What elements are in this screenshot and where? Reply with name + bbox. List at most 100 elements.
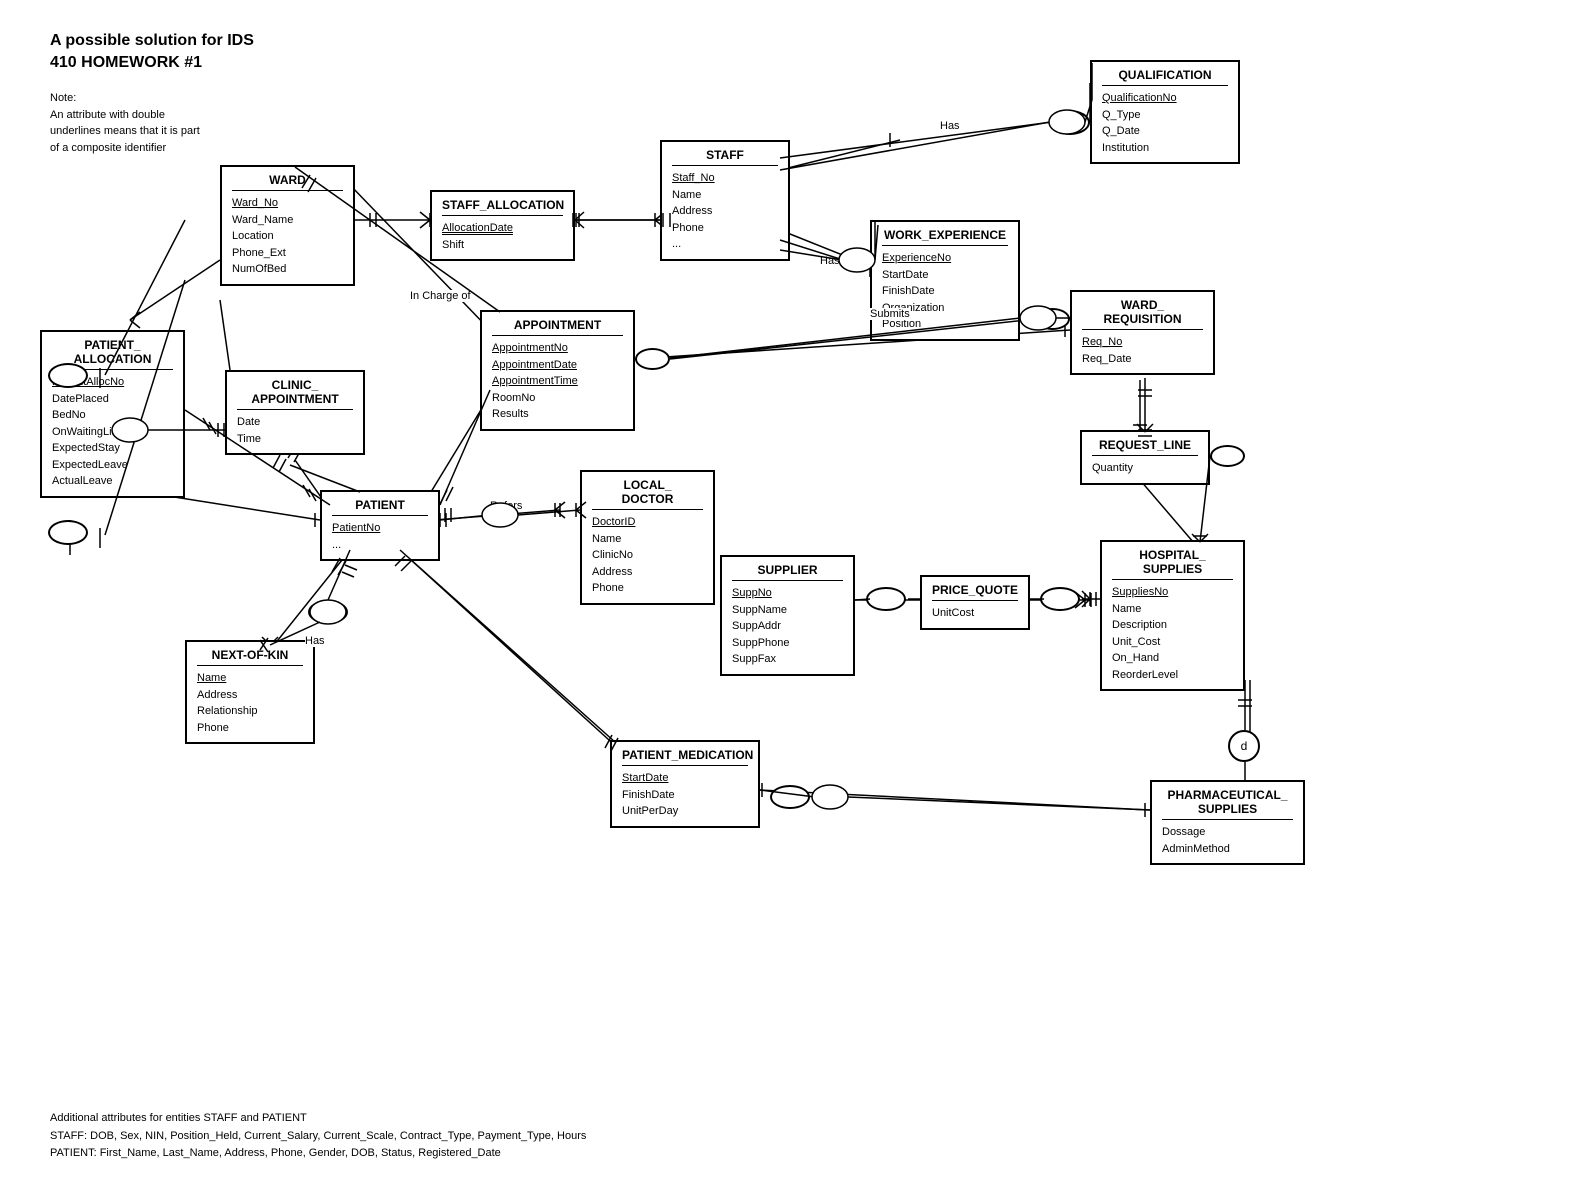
refers-label: Refers <box>490 500 522 512</box>
appointment-entity: APPOINTMENT AppointmentNo AppointmentDat… <box>480 310 635 431</box>
ca-attr-0: Date <box>237 414 353 431</box>
we-title: WORK_EXPERIENCE <box>882 228 1008 246</box>
clinic-appointment-entity: CLINIC_APPOINTMENT Date Time <box>225 370 365 455</box>
nok-attr-2: Relationship <box>197 703 303 720</box>
request-line-entity: REQUEST_LINE Quantity <box>1080 430 1210 485</box>
title-line2: 410 HOMEWORK #1 <box>50 52 254 74</box>
staff-attr-2: Address <box>672 203 778 220</box>
hs-attr-5: ReorderLevel <box>1112 667 1233 684</box>
ps-attr-1: AdminMethod <box>1162 841 1293 858</box>
sa-attr-0: AllocationDate <box>442 220 563 237</box>
ld-attr-2: ClinicNo <box>592 547 703 564</box>
in-charge-label: In Charge of <box>410 290 471 302</box>
ward-attr-0: Ward_No <box>232 195 343 212</box>
nok-attr-1: Address <box>197 687 303 704</box>
footer-line2: STAFF: DOB, Sex, NIN, Position_Held, Cur… <box>50 1128 586 1146</box>
supp-attr-3: SuppPhone <box>732 635 843 652</box>
oval-pq-right <box>1040 587 1080 611</box>
oval-nok <box>308 600 348 624</box>
ward-title: WARD <box>232 173 343 191</box>
staff-title: STAFF <box>672 148 778 166</box>
has-qual-label: Has <box>940 120 960 132</box>
appt-title: APPOINTMENT <box>492 318 623 336</box>
hs-attr-0: SuppliesNo <box>1112 584 1233 601</box>
pa-attr-3: OnWaitingList <box>52 424 173 441</box>
pm-attr-1: FinishDate <box>622 787 748 804</box>
pa-attr-6: ActualLeave <box>52 473 173 490</box>
nok-attr-0: Name <box>197 670 303 687</box>
price-quote-entity: PRICE_QUOTE UnitCost <box>920 575 1030 630</box>
ward-attr-2: Location <box>232 228 343 245</box>
hospital-supplies-entity: HOSPITAL_SUPPLIES SuppliesNo Name Descri… <box>1100 540 1245 691</box>
oval-wr <box>1035 308 1070 330</box>
pa-attr-2: BedNo <box>52 407 173 424</box>
title-line1: A possible solution for IDS <box>50 30 254 52</box>
supplier-entity: SUPPLIER SuppNo SuppName SuppAddr SuppPh… <box>720 555 855 676</box>
patient-attr-1: ... <box>332 537 428 554</box>
staff-allocation-entity: STAFF_ALLOCATION AllocationDate Shift <box>430 190 575 261</box>
hs-attr-2: Description <box>1112 617 1233 634</box>
staff-allocation-title: STAFF_ALLOCATION <box>442 198 563 216</box>
wr-attr-0: Req_No <box>1082 334 1203 351</box>
hs-attr-1: Name <box>1112 601 1233 618</box>
nok-attr-3: Phone <box>197 720 303 737</box>
rl-title: REQUEST_LINE <box>1092 438 1198 456</box>
staff-entity: STAFF Staff_No Name Address Phone ... <box>660 140 790 261</box>
ld-attr-1: Name <box>592 531 703 548</box>
footer: Additional attributes for entities STAFF… <box>50 1110 586 1163</box>
supp-attr-2: SuppAddr <box>732 618 843 635</box>
oval-pq-left <box>866 587 906 611</box>
has-kin-label: Has <box>305 635 325 647</box>
appt-attr-3: RoomNo <box>492 390 623 407</box>
qual-attr-1: Q_Type <box>1102 107 1228 124</box>
ward-attr-3: Phone_Ext <box>232 245 343 262</box>
qual-title: QUALIFICATION <box>1102 68 1228 86</box>
note-line2: An attribute with double <box>50 107 200 124</box>
sa-attr-1: Shift <box>442 237 563 254</box>
pm-title: PATIENT_MEDICATION <box>622 748 748 766</box>
footer-line1: Additional attributes for entities STAFF… <box>50 1110 586 1128</box>
ps-title: PHARMACEUTICAL_SUPPLIES <box>1162 788 1293 820</box>
oval-qual <box>1050 110 1090 135</box>
ward-attr-1: Ward_Name <box>232 212 343 229</box>
ld-attr-3: Address <box>592 564 703 581</box>
appt-attr-2: AppointmentTime <box>492 373 623 390</box>
staff-attr-4: ... <box>672 236 778 253</box>
oval-pm <box>770 785 810 809</box>
patient-title: PATIENT <box>332 498 428 516</box>
ca-attr-1: Time <box>237 431 353 448</box>
ld-attr-4: Phone <box>592 580 703 597</box>
supp-attr-1: SuppName <box>732 602 843 619</box>
hs-attr-3: Unit_Cost <box>1112 634 1233 651</box>
patient-attr-0: PatientNo <box>332 520 428 537</box>
hs-attr-4: On_Hand <box>1112 650 1233 667</box>
appt-attr-0: AppointmentNo <box>492 340 623 357</box>
appt-attr-4: Results <box>492 406 623 423</box>
patient-entity: PATIENT PatientNo ... <box>320 490 440 561</box>
local-doctor-entity: LOCAL_DOCTOR DoctorID Name ClinicNo Addr… <box>580 470 715 605</box>
qual-attr-3: Institution <box>1102 140 1228 157</box>
hs-title: HOSPITAL_SUPPLIES <box>1112 548 1233 580</box>
note-line3: underlines means that it is part <box>50 123 200 140</box>
pm-attr-2: UnitPerDay <box>622 803 748 820</box>
pq-title: PRICE_QUOTE <box>932 583 1018 601</box>
wr-attr-1: Req_Date <box>1082 351 1203 368</box>
supp-attr-4: SuppFax <box>732 651 843 668</box>
ca-title: CLINIC_APPOINTMENT <box>237 378 353 410</box>
ward-attr-4: NumOfBed <box>232 261 343 278</box>
oval-pa-top <box>48 363 88 388</box>
has-exp-label: Has <box>820 255 840 267</box>
pa-attr-1: DatePlaced <box>52 391 173 408</box>
oval-appt <box>635 348 670 370</box>
pa-attr-4: ExpectedStay <box>52 440 173 457</box>
qualification-entity: QUALIFICATION QualificationNo Q_Type Q_D… <box>1090 60 1240 164</box>
staff-attr-3: Phone <box>672 220 778 237</box>
ld-attr-0: DoctorID <box>592 514 703 531</box>
qual-attr-0: QualificationNo <box>1102 90 1228 107</box>
pa-attr-5: ExpectedLeave <box>52 457 173 474</box>
qual-attr-2: Q_Date <box>1102 123 1228 140</box>
supp-title: SUPPLIER <box>732 563 843 581</box>
note: Note: An attribute with double underline… <box>50 90 200 156</box>
oval-exp <box>840 248 875 270</box>
page: A possible solution for IDS 410 HOMEWORK… <box>0 0 1590 1183</box>
